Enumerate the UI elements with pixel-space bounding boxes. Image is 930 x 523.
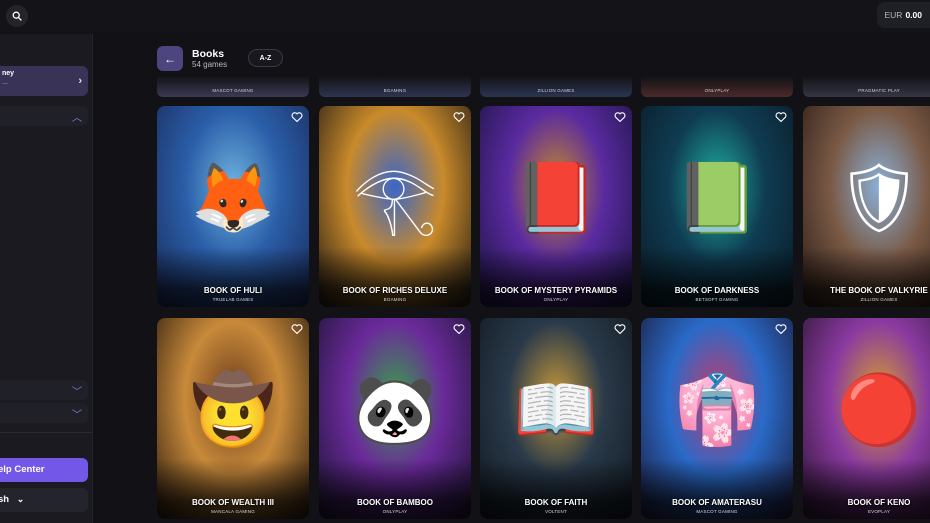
game-card-partial[interactable]: ONLYPLAY	[641, 76, 793, 97]
chevron-down-icon: ⌄	[16, 494, 25, 504]
game-title: BOOK OF KENO	[847, 498, 911, 507]
game-card[interactable]: 🤠 BOOK OF WEALTH III MANCALA GAMING	[157, 318, 309, 519]
game-card[interactable]: 𓂀 BOOK OF RICHES DELUXE BGAMING	[319, 106, 471, 307]
game-title: BOOK OF RICHES DELUXE	[342, 286, 448, 295]
game-artwork-icon: 📗	[674, 160, 760, 237]
sidebar: ney ... › ︿ ﹀ ﹀ elp Center sh ⌄	[0, 34, 93, 523]
sidebar-section-toggle[interactable]: ︿	[0, 106, 88, 126]
chevron-down-icon: ﹀	[72, 387, 82, 398]
game-card[interactable]: 🛡 THE BOOK OF VALKYRIE ZILLION GAMES	[803, 106, 930, 307]
game-title: BOOK OF BAMBOO	[357, 498, 433, 507]
game-artwork-icon: 📕	[513, 160, 599, 237]
game-card[interactable]: 🐼 BOOK OF BAMBOO ONLYPLAY	[319, 318, 471, 519]
game-provider: EVOPLAY	[867, 509, 891, 514]
game-artwork-icon: 🛡	[835, 160, 923, 237]
game-provider: ONLYPLAY	[543, 297, 569, 302]
page-title: Books	[192, 48, 225, 60]
game-artwork-icon: 🐼	[352, 372, 438, 449]
balance-display[interactable]: EUR 0.00	[876, 2, 930, 28]
game-provider: ZILLION GAMES	[537, 88, 575, 93]
game-title: BOOK OF WEALTH III	[191, 498, 275, 507]
game-provider: ONLYPLAY	[382, 509, 408, 514]
game-card-partial[interactable]: ZILLION GAMES	[480, 76, 632, 97]
sidebar-item-sublabel: ...	[2, 79, 8, 86]
search-button[interactable]	[6, 5, 28, 27]
language-label: sh	[0, 494, 10, 505]
game-provider: MASCOT GAMING	[212, 88, 254, 93]
sidebar-section-toggle[interactable]: ﹀	[0, 403, 88, 423]
game-provider: ONLYPLAY	[704, 88, 730, 93]
search-icon	[12, 11, 22, 21]
game-artwork-icon: 👘	[674, 372, 760, 449]
game-card[interactable]: 🔴 BOOK OF KENO EVOPLAY	[803, 318, 930, 519]
sidebar-item-active[interactable]: ney ... ›	[0, 66, 88, 96]
sort-button[interactable]: A-Z	[248, 49, 283, 67]
game-card[interactable]: 📕 BOOK OF MYSTERY PYRAMIDS ONLYPLAY	[480, 106, 632, 307]
sidebar-divider	[0, 432, 92, 433]
game-provider: BGAMING	[383, 297, 407, 302]
game-artwork-icon: 𓂀	[352, 160, 438, 237]
game-provider: BETSOFT GAMING	[695, 297, 739, 302]
game-artwork-icon: 🤠	[190, 372, 276, 449]
game-title: BOOK OF MYSTERY PYRAMIDS	[494, 286, 618, 295]
language-selector[interactable]: sh ⌄	[0, 488, 88, 512]
chevron-up-icon: ︿	[72, 113, 82, 124]
game-artwork-icon: 📖	[513, 372, 599, 449]
game-artwork-icon: 🔴	[836, 372, 922, 449]
help-center-button[interactable]: elp Center	[0, 458, 88, 482]
game-title: BOOK OF HULI	[203, 286, 263, 295]
heart-icon[interactable]	[291, 323, 303, 335]
heart-icon[interactable]	[453, 111, 465, 123]
balance-currency: EUR	[884, 10, 903, 20]
game-provider: VOLTENT	[545, 509, 567, 514]
game-provider: PRAGMATIC PLAY	[858, 88, 900, 93]
game-card-partial[interactable]: BGAMING	[319, 76, 471, 97]
heart-icon[interactable]	[614, 111, 626, 123]
heart-icon[interactable]	[775, 323, 787, 335]
game-provider: TRUELAB GAMES	[212, 297, 254, 302]
game-card[interactable]: 🦊 BOOK OF HULI TRUELAB GAMES	[157, 106, 309, 307]
top-bar: EUR 0.00	[0, 0, 930, 32]
game-title: THE BOOK OF VALKYRIE	[830, 286, 928, 295]
sidebar-item-label: ney	[2, 70, 15, 77]
game-provider: ZILLION GAMES	[860, 297, 898, 302]
game-card-partial[interactable]: MASCOT GAMING	[157, 76, 309, 97]
game-card[interactable]: 📖 BOOK OF FAITH VOLTENT	[480, 318, 632, 519]
heart-icon[interactable]	[614, 323, 626, 335]
balance-amount: 0.00	[905, 10, 922, 20]
back-button[interactable]: ←	[157, 46, 183, 71]
chevron-right-icon: ›	[78, 75, 82, 87]
game-provider: MANCALA GAMING	[211, 509, 255, 514]
arrow-left-icon: ←	[164, 51, 176, 66]
game-card[interactable]: 👘 BOOK OF AMATERASU MASCOT GAMING	[641, 318, 793, 519]
game-provider: MASCOT GAMING	[696, 509, 738, 514]
games-count: 54 games	[192, 60, 228, 69]
game-card-partial[interactable]: PRAGMATIC PLAY	[803, 76, 930, 97]
game-card[interactable]: 📗 BOOK OF DARKNESS BETSOFT GAMING	[641, 106, 793, 307]
heart-icon[interactable]	[291, 111, 303, 123]
heart-icon[interactable]	[775, 111, 787, 123]
sidebar-section-toggle[interactable]: ﹀	[0, 380, 88, 400]
game-title: BOOK OF FAITH	[524, 498, 588, 507]
game-title: BOOK OF AMATERASU	[672, 498, 762, 507]
heart-icon[interactable]	[453, 323, 465, 335]
game-artwork-icon: 🦊	[190, 160, 276, 237]
game-provider: BGAMING	[383, 88, 407, 93]
game-title: BOOK OF DARKNESS	[674, 286, 760, 295]
chevron-down-icon: ﹀	[72, 410, 82, 421]
